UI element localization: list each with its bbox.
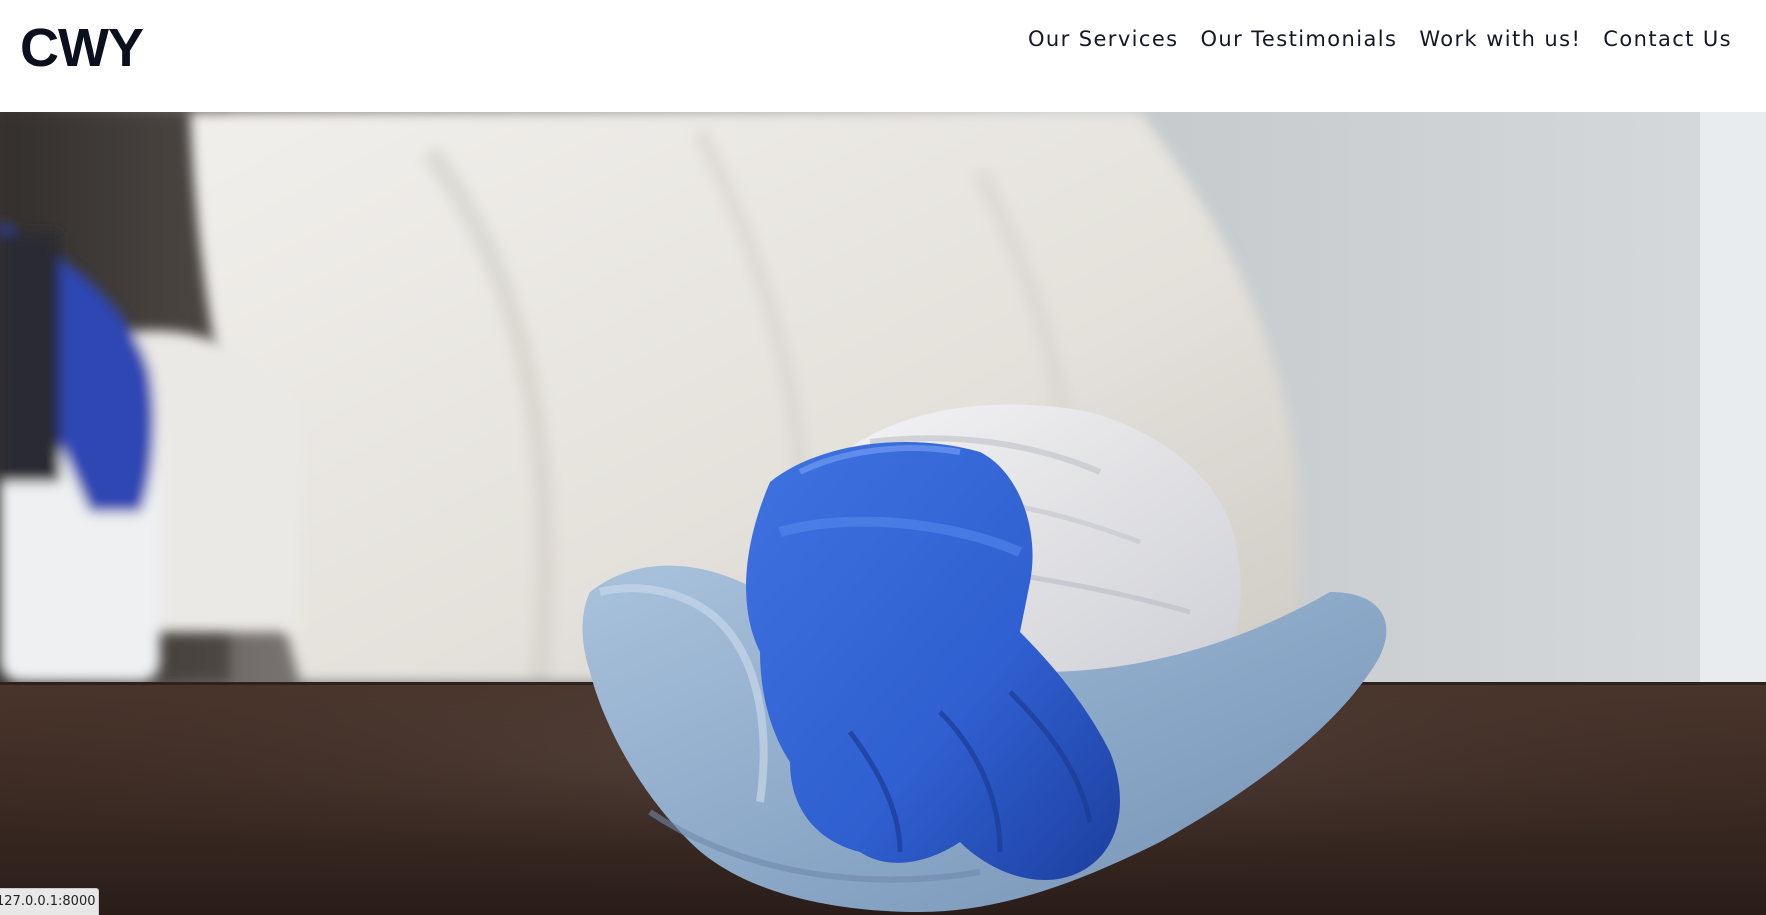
main-nav: Our Services Our Testimonials Work with … [1028, 24, 1732, 54]
nav-link-contact-us[interactable]: Contact Us [1603, 24, 1732, 54]
status-url-text: 127.0.0.1:8000 [0, 894, 96, 909]
nav-link-work-with-us[interactable]: Work with us! [1419, 24, 1581, 54]
hero-photo-illustration [0, 112, 1766, 915]
nav-link-our-services[interactable]: Our Services [1028, 24, 1179, 54]
site-logo[interactable]: CWY [20, 18, 144, 78]
hero-image [0, 112, 1766, 915]
nav-link-our-testimonials[interactable]: Our Testimonials [1201, 24, 1398, 54]
site-header: CWY Our Services Our Testimonials Work w… [0, 0, 1766, 112]
browser-status-url: 127.0.0.1:8000 [0, 888, 99, 915]
